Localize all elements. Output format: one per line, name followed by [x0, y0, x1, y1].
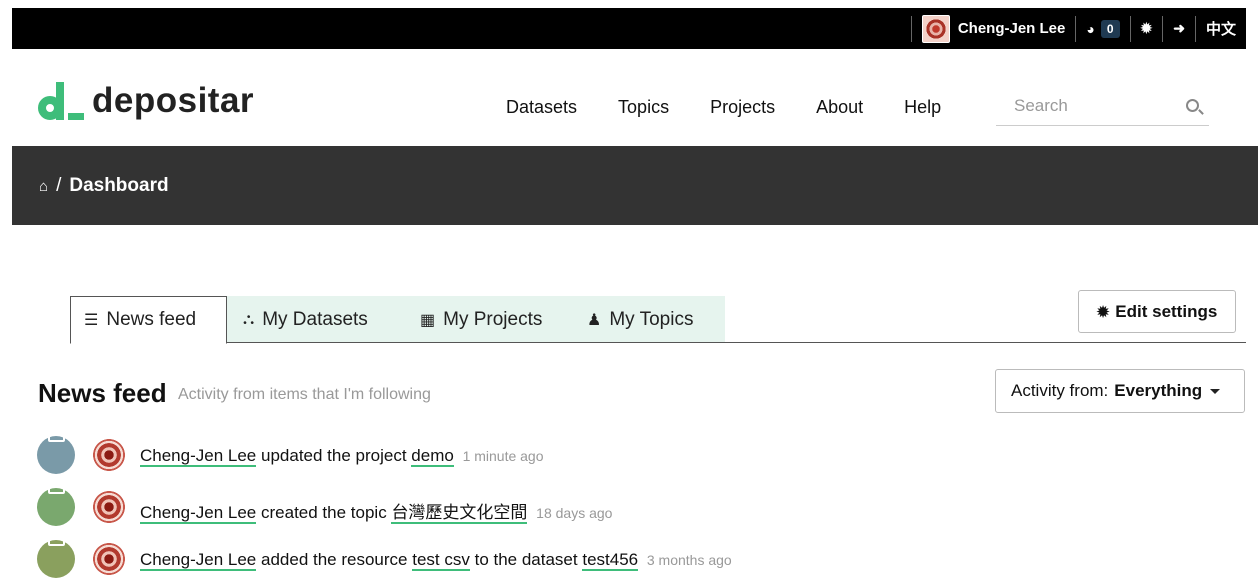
- activity-type-icon: [37, 474, 75, 526]
- gear-icon[interactable]: ✹: [1141, 20, 1153, 37]
- user-name-link[interactable]: Cheng-Jen Lee: [958, 20, 1066, 37]
- nav-help[interactable]: Help: [904, 97, 941, 118]
- nav-about[interactable]: About: [816, 97, 863, 118]
- dashboard-icon[interactable]: ◕: [1086, 21, 1094, 37]
- account-bar: Cheng-Jen Lee ◕ 0 ✹ ➜ 中文: [12, 8, 1246, 49]
- tab-my-topics[interactable]: ♟ My Topics: [587, 296, 693, 343]
- nav-datasets[interactable]: Datasets: [506, 97, 577, 118]
- activity-time: 3 months ago: [646, 552, 732, 568]
- divider: [1162, 15, 1164, 42]
- tab-label: My Projects: [443, 308, 543, 330]
- activity-filter-dropdown[interactable]: Activity from: Everything: [995, 369, 1245, 413]
- actor-link[interactable]: Cheng-Jen Lee: [140, 550, 257, 571]
- feed-subtitle: Activity from items that I'm following: [178, 386, 431, 403]
- activity-text: Cheng-Jen Lee created the topic 台灣歷史文化空間…: [140, 498, 613, 524]
- logo-mark-icon: [38, 82, 84, 120]
- actor-link[interactable]: Cheng-Jen Lee: [140, 503, 257, 524]
- edit-settings-button[interactable]: ✹ Edit settings: [1078, 290, 1236, 333]
- filter-prefix: Activity from:: [1011, 381, 1109, 400]
- breadcrumb-current[interactable]: Dashboard: [69, 175, 168, 197]
- activity-time: 1 minute ago: [462, 448, 544, 464]
- gear-icon: ✹: [1096, 303, 1110, 321]
- divider: [1075, 15, 1077, 42]
- site-name: depositar: [92, 81, 255, 120]
- breadcrumb-bar: ⌂ / Dashboard: [12, 146, 1258, 225]
- language-switch[interactable]: 中文: [1206, 18, 1236, 39]
- sitemap-icon: ⛬: [243, 310, 255, 328]
- search-icon[interactable]: [1186, 99, 1199, 112]
- tab-news-feed[interactable]: ☰ News feed: [70, 296, 227, 344]
- site-logo[interactable]: depositar: [38, 80, 254, 120]
- activity-time: 18 days ago: [536, 505, 613, 521]
- activity-verb-2: to the dataset: [474, 550, 578, 569]
- filter-value: Everything: [1114, 381, 1203, 400]
- tab-my-projects[interactable]: ▦ My Projects: [420, 296, 542, 343]
- activity-verb: created the topic: [261, 503, 387, 522]
- divider: [910, 15, 912, 42]
- avatar[interactable]: [90, 438, 128, 472]
- actor-link[interactable]: Cheng-Jen Lee: [140, 446, 257, 467]
- nav-projects[interactable]: Projects: [710, 97, 775, 118]
- account-menu: Cheng-Jen Lee ◕ 0 ✹ ➜ 中文: [901, 8, 1246, 49]
- tab-my-datasets[interactable]: ⛬ My Datasets: [243, 296, 368, 343]
- activity-item: Cheng-Jen Lee created the topic 台灣歷史文化空間…: [37, 474, 837, 528]
- divider: [1129, 15, 1131, 42]
- building-icon: ▦: [420, 311, 436, 329]
- avatar[interactable]: [90, 542, 128, 576]
- tab-label: News feed: [106, 309, 197, 330]
- activity-text: Cheng-Jen Lee updated the project demo 1…: [140, 446, 544, 467]
- activity-text: Cheng-Jen Lee added the resource test cs…: [140, 550, 732, 571]
- avatar[interactable]: [90, 490, 128, 524]
- target-link-2[interactable]: test456: [582, 550, 639, 571]
- nav-topics[interactable]: Topics: [618, 97, 669, 118]
- breadcrumb-separator: /: [56, 175, 62, 196]
- edit-settings-label: Edit settings: [1115, 301, 1218, 321]
- activity-verb: updated the project: [261, 446, 407, 465]
- chevron-down-icon: [1210, 388, 1221, 394]
- group-icon: ♟: [587, 311, 602, 329]
- dashboard-count-badge[interactable]: 0: [1100, 19, 1120, 38]
- target-link[interactable]: 台灣歷史文化空間: [391, 503, 528, 524]
- breadcrumb: ⌂ / Dashboard: [39, 175, 169, 197]
- home-icon[interactable]: ⌂: [39, 178, 48, 195]
- list-icon: ☰: [84, 312, 99, 329]
- dashboard-tabs: ☰ News feed ⛬ My Datasets ▦ My Projects …: [70, 296, 1246, 344]
- logout-icon[interactable]: ➜: [1173, 20, 1185, 37]
- search-input[interactable]: [996, 91, 1166, 121]
- activity-item: Cheng-Jen Lee added the resource test cs…: [37, 526, 837, 578]
- page: Cheng-Jen Lee ◕ 0 ✹ ➜ 中文 depositar Datas…: [0, 0, 1258, 578]
- main-nav: Datasets Topics Projects About Help: [506, 97, 982, 118]
- activity-verb: added the resource: [261, 550, 408, 569]
- target-link[interactable]: test csv: [412, 550, 470, 571]
- feed-title: News feed: [38, 378, 167, 408]
- tab-label: My Topics: [609, 308, 694, 330]
- activity-type-icon: [37, 526, 75, 578]
- target-link[interactable]: demo: [411, 446, 454, 467]
- activity-type-icon: [37, 422, 75, 474]
- activity-item: Cheng-Jen Lee updated the project demo 1…: [37, 422, 837, 476]
- tab-label: My Datasets: [262, 308, 368, 330]
- search-box: [996, 91, 1209, 126]
- user-avatar[interactable]: [921, 14, 950, 43]
- divider: [1194, 15, 1196, 42]
